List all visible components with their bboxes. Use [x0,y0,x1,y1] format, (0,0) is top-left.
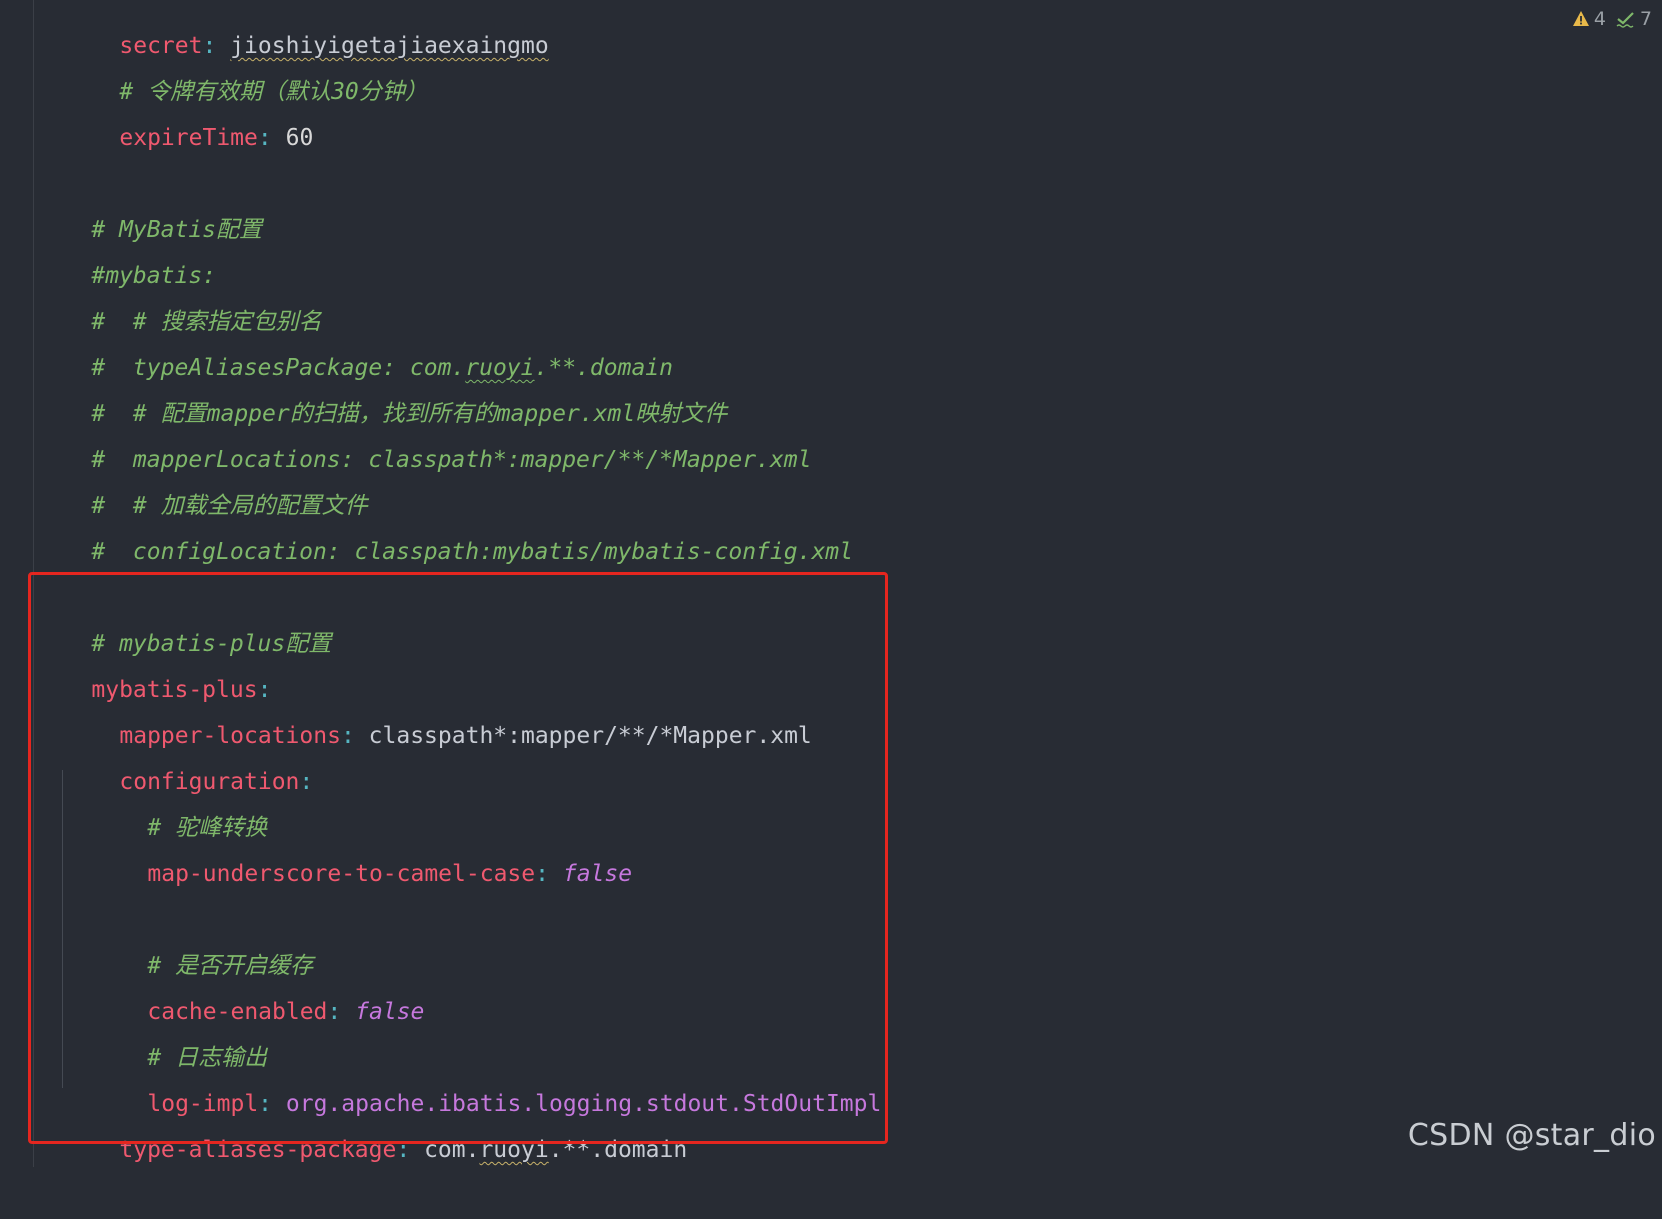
inspection-widget[interactable]: 4 7 [1572,8,1652,30]
code-line[interactable]: # mapperLocations: classpath*:mapper/**/… [36,391,811,473]
yaml-comment: # configLocation: classpath:mybatis/myba… [91,539,853,565]
code-line[interactable]: # # 配置mapper的扫描，找到所有的mapper.xml映射文件 [36,345,727,427]
code-line[interactable]: secret: jioshiyigetajiaexaingmo [64,0,548,59]
warning-count-label: 4 [1593,8,1606,30]
check-count-label: 7 [1639,8,1652,30]
highlight-annotation-box [28,572,888,1144]
yaml-colon: : [257,125,272,151]
code-line[interactable]: # # 搜索指定包别名 [36,253,321,335]
code-line[interactable]: # MyBatis配置 [36,161,262,243]
watermark: CSDN @star_dio [1407,1118,1656,1153]
yaml-key: expireTime [119,125,258,151]
code-line[interactable]: # 令牌有效期（默认30分钟） [64,23,427,105]
check-count[interactable]: 7 [1616,8,1652,30]
code-line[interactable]: expireTime: 60 [64,69,313,151]
warning-icon [1572,11,1589,26]
warning-count[interactable]: 4 [1572,8,1606,30]
code-line[interactable]: # configLocation: classpath:mybatis/myba… [36,483,853,565]
typo-check-icon [1616,12,1634,28]
code-line[interactable]: # typeAliasesPackage: com.ruoyi.**.domai… [36,299,673,381]
code-line[interactable]: # # 加载全局的配置文件 [36,437,367,519]
code-editor[interactable]: secret: jioshiyigetajiaexaingmo # 令牌有效期（… [0,0,1662,1167]
code-line[interactable]: #mybatis: [36,207,216,289]
yaml-value: 60 [285,125,314,151]
